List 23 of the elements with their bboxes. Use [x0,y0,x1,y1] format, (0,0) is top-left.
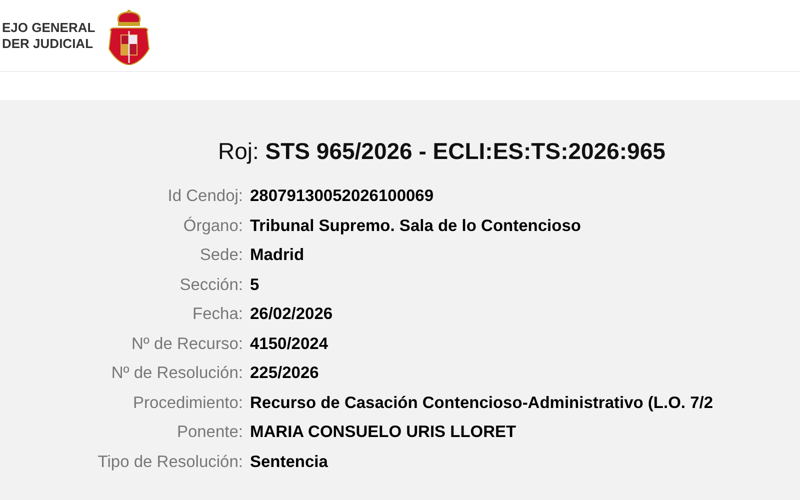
field-value: 4150/2024 [250,334,329,354]
field-value: 26/02/2026 [250,304,334,325]
field-label: Procedimiento: [132,392,243,414]
field-value: 225/2026 [250,363,320,384]
document-title: Roj: STS 965/2026 - ECLI:ES:TS:2026:965 [218,138,666,165]
field-value: Madrid [250,245,306,266]
field-label: Nº de Recurso: [130,334,243,354]
field-label: Nº de Resolución: [110,363,243,384]
field-value: Tribunal Supremo. Sala de lo Contencioso [250,216,582,236]
field-label: Sección: [178,274,243,296]
logo-text: EJO GENERAL [2,20,96,36]
field-label: Sede: [198,245,243,266]
field-value: 5 [250,274,260,296]
field-label: Id Cendoj: [166,186,243,207]
field-label: Fecha: [192,304,243,325]
field-label: Órgano: [182,216,243,236]
field-value: Recurso de Casación Contencioso-Administrativo (L.O. 7/2 [250,392,714,414]
logo-text: DER JUDICIAL [2,36,94,52]
field-value: MARIA CONSUELO URIS LLORET [250,422,518,443]
field-value: Sentencia [250,452,329,472]
field-label: Tipo de Resolución: [96,452,243,472]
field-label: Ponente: [176,422,243,443]
field-value: 28079130052026100069 [250,186,435,207]
